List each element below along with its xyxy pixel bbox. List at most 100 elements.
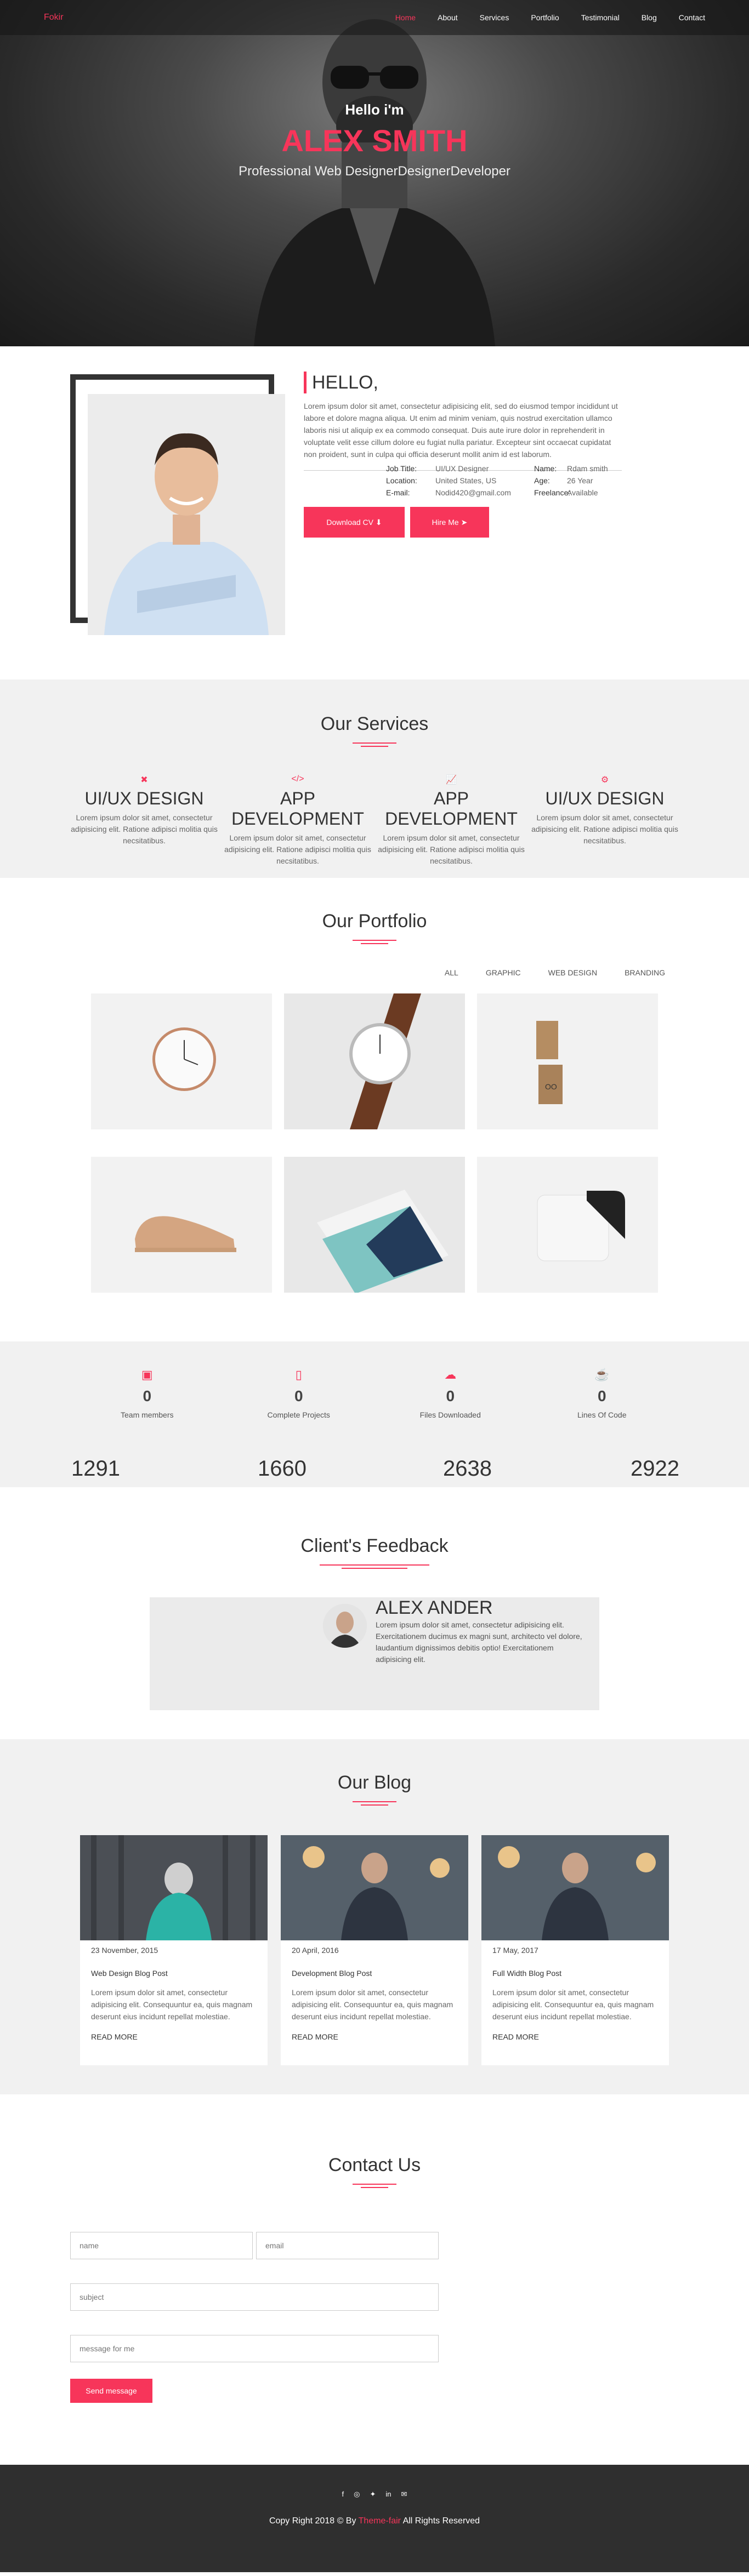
- nav-item-home[interactable]: Home: [395, 13, 416, 22]
- hero-section: Hello i'm ALEX SMITH Professional Web De…: [0, 0, 749, 346]
- send-message-button[interactable]: Send message: [70, 2379, 152, 2403]
- coffee-icon: ☕: [594, 1368, 610, 1381]
- client-avatar: [323, 1604, 367, 1648]
- brand-logo[interactable]: Fokir: [44, 13, 64, 22]
- big-number: 2638: [443, 1457, 492, 1481]
- blog-post: 17 May, 2017 Full Width Blog Post Lorem …: [481, 1835, 669, 2065]
- read-more-link[interactable]: READ MORE: [91, 2032, 257, 2041]
- services-title: Our Services: [320, 713, 429, 734]
- nav-item-portfolio[interactable]: Portfolio: [531, 13, 559, 22]
- big-counter-numbers: 1291 1660 2638 2922: [0, 1457, 749, 1481]
- post-title[interactable]: Development Blog Post: [292, 1969, 457, 1978]
- counter-label: Lines Of Code: [577, 1410, 627, 1419]
- blog-post-body: 17 May, 2017 Full Width Blog Post Lorem …: [481, 1940, 669, 2047]
- big-number: 1291: [71, 1457, 120, 1481]
- portfolio-item-shoe[interactable]: [91, 1157, 272, 1293]
- hero-text: Hello i'm ALEX SMITH Professional Web De…: [0, 101, 749, 179]
- download-cv-label: Download CV: [326, 518, 373, 527]
- filter-graphic[interactable]: GRAPHIC: [486, 968, 521, 977]
- twitter-icon[interactable]: ✦: [370, 2490, 376, 2499]
- post-excerpt: Lorem ipsum dolor sit amet, consectetur …: [292, 1988, 453, 2021]
- blog-post-body: 20 April, 2016 Development Blog Post Lor…: [281, 1940, 468, 2047]
- age-value: 26 Year: [567, 476, 593, 485]
- portfolio-item-watch[interactable]: [284, 993, 465, 1129]
- hero-subtitle: Professional Web DesignerDesignerDevelop…: [239, 164, 510, 179]
- counter-value: 0: [143, 1387, 152, 1404]
- subject-input[interactable]: [70, 2283, 439, 2311]
- counter-downloads: ☁ 0 Files Downloaded: [395, 1368, 505, 1419]
- feedback-title: Client's Feedback: [300, 1535, 449, 1556]
- copyright-text: Copy Right 2018 © By: [269, 2516, 359, 2526]
- title-divider: [353, 1801, 396, 1806]
- title-divider: [320, 1564, 429, 1569]
- facebook-icon[interactable]: f: [342, 2490, 344, 2499]
- portfolio-item-clock[interactable]: [91, 993, 272, 1129]
- email-input[interactable]: [256, 2232, 439, 2259]
- nav-item-testimonial[interactable]: Testimonial: [581, 13, 620, 22]
- contact-section: Contact Us Send message: [0, 2094, 749, 2465]
- filter-all[interactable]: ALL: [445, 968, 458, 977]
- about-actions: Download CV ⬇ Hire Me ➤: [304, 507, 622, 538]
- info-table: Job Title: UI/UX Designer Name: Rdam smith …: [304, 464, 622, 497]
- service-card: </> APP DEVELOPMENT Lorem ipsum dolor si…: [224, 774, 372, 867]
- service-title: UI/UX DESIGN: [84, 789, 204, 808]
- counter-team: ▣ 0 Team members: [92, 1368, 202, 1419]
- location-label: Location:: [386, 476, 417, 485]
- file-icon: ▯: [295, 1368, 302, 1381]
- nav-item-services[interactable]: Services: [480, 13, 509, 22]
- blog-post-image[interactable]: [481, 1835, 669, 1940]
- blog-section: Our Blog 23 November, 2015 Web Design Bl…: [0, 1739, 749, 2094]
- email-label: E-mail:: [386, 488, 410, 497]
- nav-item-about[interactable]: About: [438, 13, 458, 22]
- name-label: Name:: [534, 464, 557, 473]
- hire-me-button[interactable]: Hire Me ➤: [410, 507, 489, 538]
- about-content: HELLO, Lorem ipsum dolor sit amet, conse…: [304, 372, 622, 538]
- post-date: 20 April, 2016: [292, 1946, 339, 1955]
- read-more-link[interactable]: READ MORE: [292, 2032, 457, 2041]
- blog-post-body: 23 November, 2015 Web Design Blog Post L…: [80, 1940, 268, 2047]
- counter-value: 0: [597, 1387, 606, 1404]
- envelope-icon[interactable]: ✉: [401, 2490, 407, 2499]
- counter-code: ☕ 0 Lines Of Code: [547, 1368, 657, 1419]
- instagram-icon[interactable]: ◎: [354, 2490, 360, 2499]
- id-card-icon: ▣: [141, 1368, 153, 1381]
- copyright-brand-link[interactable]: Theme-fair: [359, 2516, 401, 2526]
- title-divider: [353, 742, 396, 747]
- filter-web-design[interactable]: WEB DESIGN: [548, 968, 597, 977]
- blog-title: Our Blog: [337, 1772, 412, 1793]
- name-input[interactable]: [70, 2232, 253, 2259]
- copyright-suffix: All Rights Reserved: [401, 2516, 480, 2526]
- portfolio-item-cards[interactable]: [284, 1157, 465, 1293]
- location-value: United States, US: [435, 476, 497, 485]
- portfolio-section: Our Portfolio ALL GRAPHIC WEB DESIGN BRA…: [0, 878, 749, 1341]
- message-input[interactable]: [70, 2335, 439, 2362]
- footer: f ◎ ✦ in ✉ Copy Right 2018 © By Theme-fa…: [0, 2465, 749, 2572]
- counter-label: Files Downloaded: [419, 1410, 481, 1419]
- download-cv-button[interactable]: Download CV ⬇: [304, 507, 405, 538]
- cross-icon: ✖: [140, 775, 148, 785]
- nav-menu: Home About Services Portfolio Testimonia…: [373, 13, 705, 22]
- read-more-link[interactable]: READ MORE: [492, 2032, 658, 2041]
- big-number: 1660: [258, 1457, 307, 1481]
- counter-projects: ▯ 0 Complete Projects: [244, 1368, 354, 1419]
- post-excerpt: Lorem ipsum dolor sit amet, consectetur …: [492, 1988, 654, 2021]
- hire-me-label: Hire Me: [432, 518, 459, 527]
- feedback-section: Client's Feedback ALEX ANDER Lorem ipsum…: [0, 1487, 749, 1739]
- portfolio-item-business-cards[interactable]: OO: [477, 993, 658, 1129]
- nav-item-blog[interactable]: Blog: [642, 13, 657, 22]
- nav-item-contact[interactable]: Contact: [679, 13, 705, 22]
- copyright: Copy Right 2018 © By Theme-fair All Righ…: [0, 2516, 749, 2526]
- paper-plane-icon: ➤: [461, 517, 468, 527]
- portfolio-item-device[interactable]: [477, 1157, 658, 1293]
- service-card: 📈 APP DEVELOPMENT Lorem ipsum dolor sit …: [377, 774, 525, 867]
- post-title[interactable]: Full Width Blog Post: [492, 1969, 658, 1978]
- service-card: ✖ UI/UX DESIGN Lorem ipsum dolor sit ame…: [70, 774, 218, 867]
- download-icon: ⬇: [375, 517, 382, 527]
- linkedin-icon[interactable]: in: [385, 2490, 391, 2499]
- blog-post-image[interactable]: [80, 1835, 268, 1940]
- filter-branding[interactable]: BRANDING: [625, 968, 665, 977]
- post-title[interactable]: Web Design Blog Post: [91, 1969, 257, 1978]
- blog-post-image[interactable]: [281, 1835, 468, 1940]
- testimonial-card: ALEX ANDER Lorem ipsum dolor sit amet, c…: [150, 1597, 599, 1710]
- service-card: ⚙ UI/UX DESIGN Lorem ipsum dolor sit ame…: [531, 774, 679, 867]
